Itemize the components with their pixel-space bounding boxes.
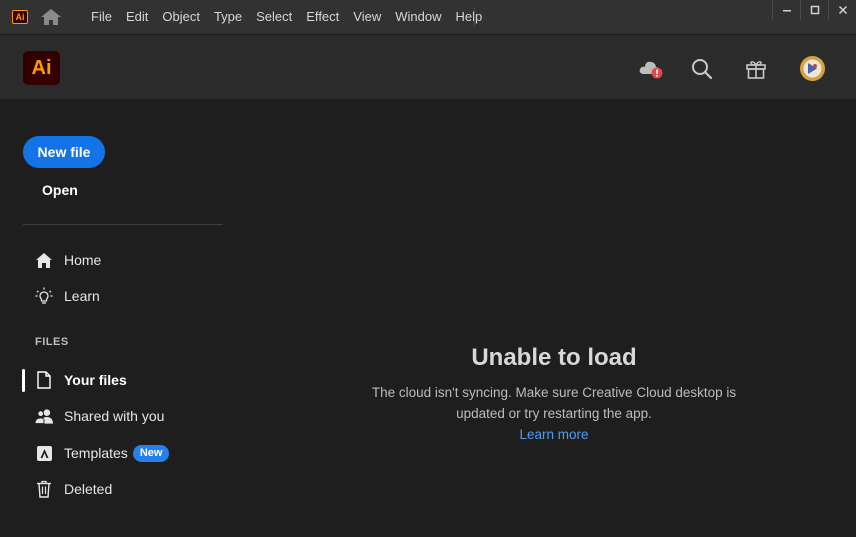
app-menu-logo[interactable]: Ai	[12, 10, 28, 24]
unable-to-load-message: Unable to load The cloud isn't syncing. …	[352, 343, 756, 445]
message-title: Unable to load	[471, 344, 637, 371]
templates-icon	[35, 444, 53, 462]
open-button[interactable]: Open	[42, 182, 78, 198]
window-controls	[772, 0, 856, 20]
active-indicator	[22, 369, 25, 392]
illustrator-logo: Ai	[23, 51, 60, 85]
menu-effect[interactable]: Effect	[299, 0, 346, 34]
message-line-1: The cloud isn't syncing. Make sure Creat…	[371, 385, 737, 400]
search-icon[interactable]	[689, 57, 715, 81]
menu-object[interactable]: Object	[155, 0, 207, 34]
sidebar-item-label: Deleted	[64, 481, 113, 497]
message-line-2: updated or try restarting the app.	[456, 406, 652, 421]
sidebar-item-label: Shared with you	[64, 408, 165, 424]
close-button[interactable]	[828, 0, 856, 20]
app-window: Ai File Edit Object Type Select Effect V…	[0, 0, 856, 537]
lightbulb-icon	[35, 287, 53, 305]
learn-more-link[interactable]: Learn more	[519, 424, 588, 445]
menu-help[interactable]: Help	[448, 0, 489, 34]
maximize-button[interactable]	[800, 0, 828, 20]
menu-select[interactable]: Select	[249, 0, 299, 34]
menu-window[interactable]: Window	[388, 0, 448, 34]
avatar[interactable]	[800, 56, 825, 81]
gift-icon[interactable]	[743, 57, 769, 81]
menu-edit[interactable]: Edit	[119, 0, 155, 34]
sidebar: New file Open Home Learn FILES Your file…	[0, 100, 240, 537]
files-section-label: FILES	[35, 336, 69, 348]
sidebar-item-templates[interactable]: Templates New	[35, 442, 170, 464]
sidebar-divider	[23, 224, 223, 225]
home-icon	[35, 251, 53, 269]
menu-items: File Edit Object Type Select Effect View…	[84, 0, 489, 34]
file-icon	[35, 371, 53, 389]
sidebar-item-label: Your files	[64, 372, 127, 388]
app-header: Ai	[0, 34, 856, 99]
sidebar-item-shared-with-you[interactable]: Shared with you	[35, 405, 164, 427]
shared-users-icon	[35, 407, 53, 425]
menu-file[interactable]: File	[84, 0, 119, 34]
trash-icon	[35, 480, 53, 498]
sidebar-item-label: Templates	[64, 445, 128, 461]
home-icon[interactable]	[40, 8, 62, 26]
menu-divider	[474, 8, 475, 26]
new-file-button[interactable]: New file	[23, 136, 105, 168]
menu-view[interactable]: View	[346, 0, 388, 34]
sidebar-item-your-files[interactable]: Your files	[35, 369, 127, 391]
menu-type[interactable]: Type	[207, 0, 249, 34]
minimize-button[interactable]	[772, 0, 800, 20]
sidebar-item-learn[interactable]: Learn	[35, 285, 100, 307]
sidebar-item-home[interactable]: Home	[35, 249, 101, 271]
menu-bar: Ai File Edit Object Type Select Effect V…	[0, 0, 856, 34]
new-badge: New	[132, 444, 170, 462]
sidebar-item-deleted[interactable]: Deleted	[35, 478, 112, 500]
sidebar-item-label: Learn	[64, 288, 100, 304]
sidebar-item-label: Home	[64, 252, 102, 268]
message-body: The cloud isn't syncing. Make sure Creat…	[352, 382, 756, 424]
cloud-sync-error-icon[interactable]	[638, 57, 664, 81]
